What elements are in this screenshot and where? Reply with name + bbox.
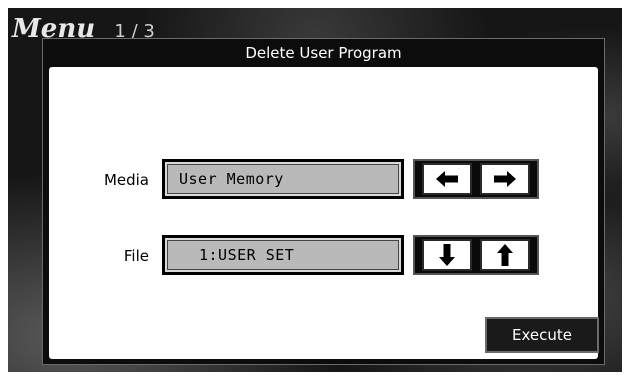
- dialog-body: Media User Memory File 1:USER SET Execut…: [49, 67, 599, 359]
- file-arrow-group: [413, 235, 539, 275]
- left-arrow-icon: [436, 171, 459, 187]
- file-field[interactable]: 1:USER SET: [162, 235, 404, 275]
- down-arrow-icon: [439, 244, 456, 266]
- file-down-button[interactable]: [422, 239, 473, 271]
- screen: Menu 1 / 3 Delete User Program Media Use…: [8, 8, 622, 372]
- execute-button[interactable]: Execute: [485, 317, 599, 353]
- media-arrow-group: [413, 159, 539, 199]
- media-field[interactable]: User Memory: [162, 159, 404, 199]
- media-left-button[interactable]: [422, 163, 473, 195]
- file-label: File: [123, 247, 149, 265]
- delete-user-program-dialog: Delete User Program Media User Memory Fi…: [42, 38, 605, 365]
- dialog-title: Delete User Program: [245, 44, 402, 62]
- right-arrow-icon: [493, 171, 516, 187]
- file-up-button[interactable]: [479, 239, 530, 271]
- media-right-button[interactable]: [479, 163, 530, 195]
- media-label: Media: [103, 171, 149, 189]
- up-arrow-icon: [496, 244, 513, 266]
